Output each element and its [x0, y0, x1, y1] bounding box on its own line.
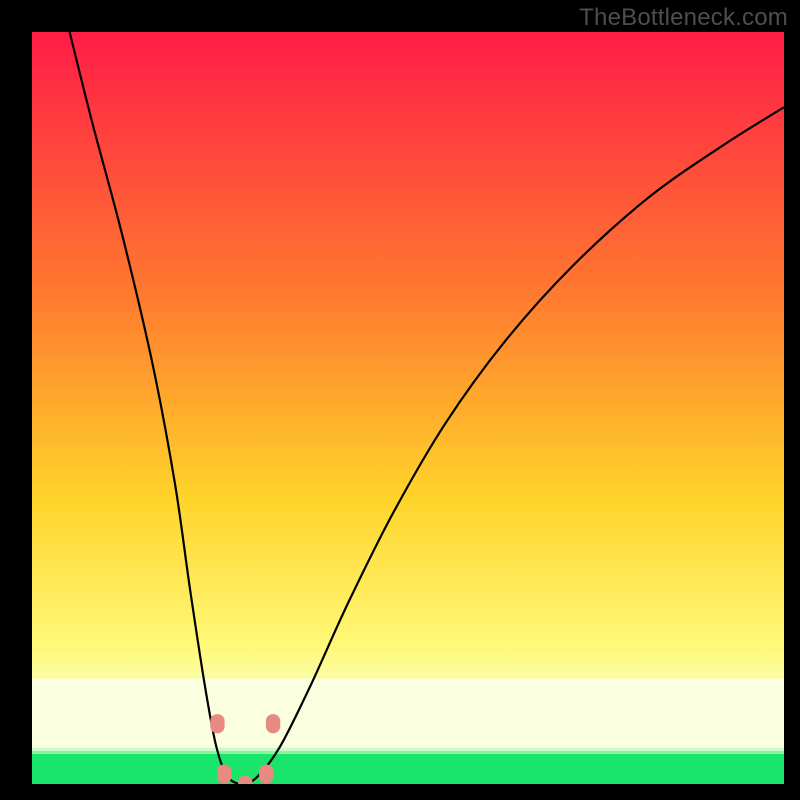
green-stripe-1 — [32, 751, 784, 754]
curve-marker — [266, 714, 280, 733]
plot-area — [32, 32, 784, 784]
pale-band — [32, 679, 784, 754]
green-stripe-2 — [32, 748, 784, 751]
chart-frame: TheBottleneck.com — [0, 0, 800, 800]
chart-svg — [32, 32, 784, 784]
gradient-background — [32, 32, 784, 784]
curve-marker — [210, 714, 224, 733]
green-band — [32, 754, 784, 784]
curve-marker — [217, 764, 231, 783]
watermark-text: TheBottleneck.com — [579, 4, 788, 32]
curve-marker — [259, 764, 273, 783]
